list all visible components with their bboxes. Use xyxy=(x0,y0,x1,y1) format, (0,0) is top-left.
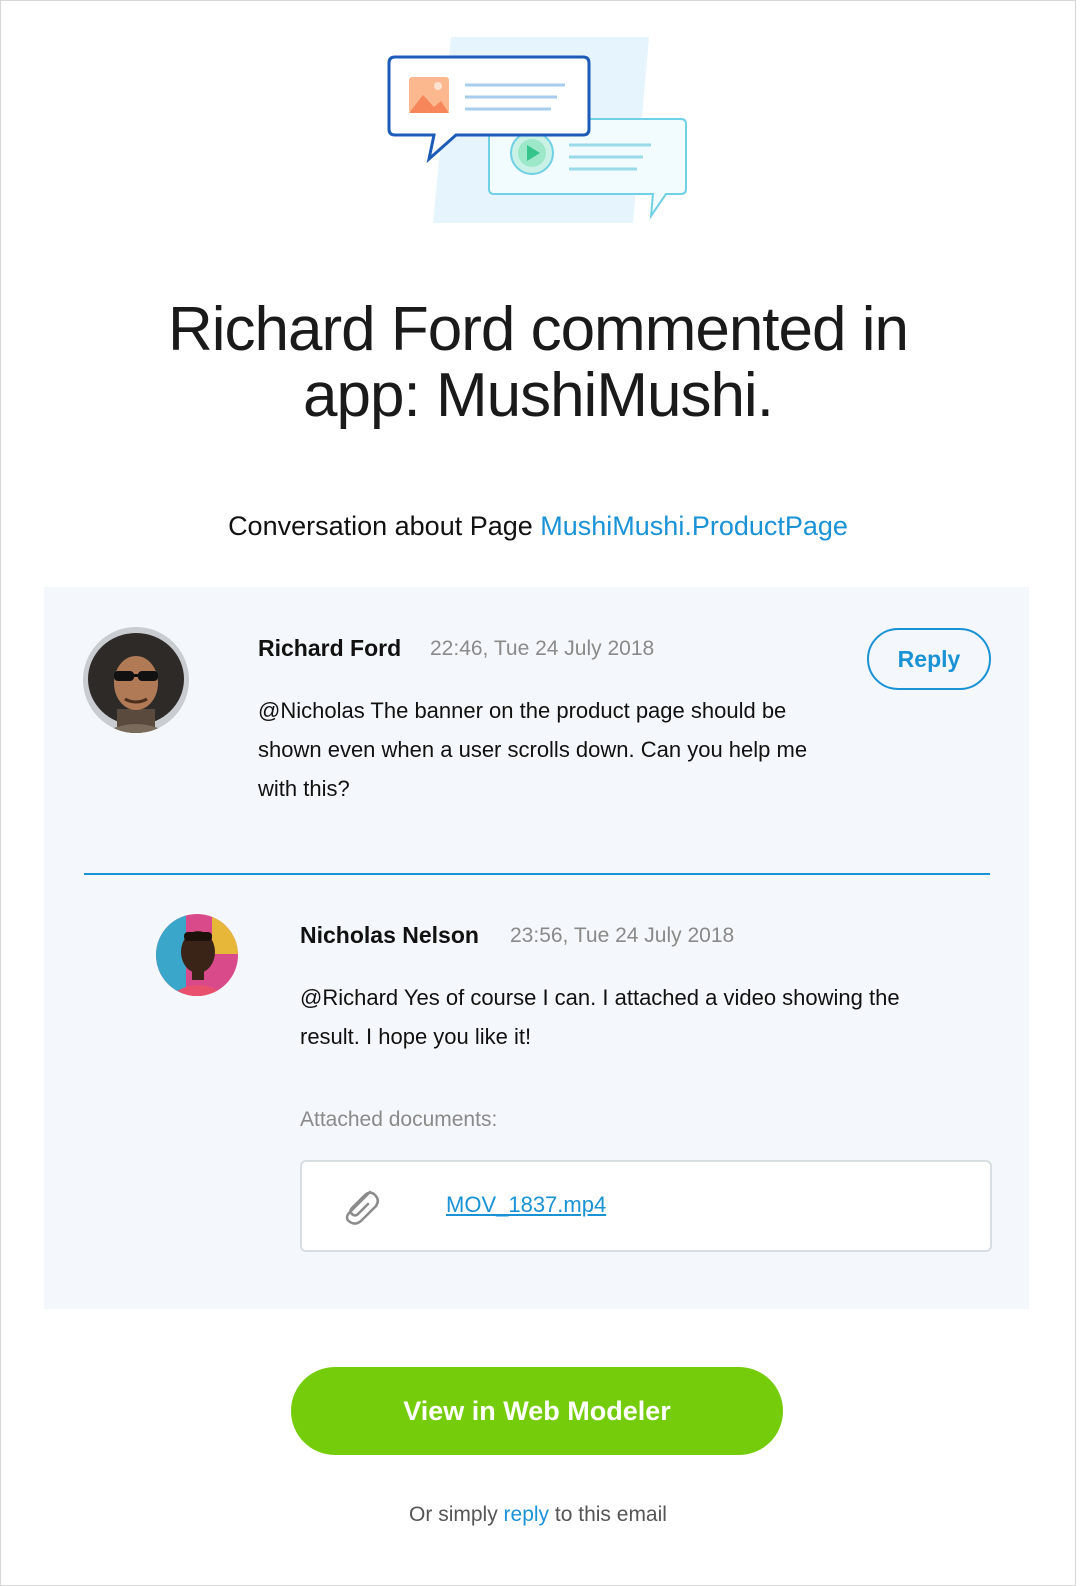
page-link[interactable]: MushiMushi.ProductPage xyxy=(540,511,848,541)
headline: Richard Ford commented in app: MushiMush… xyxy=(1,297,1075,429)
chat-bubbles-illustration xyxy=(387,37,687,223)
comment-body-line: with this? xyxy=(258,776,350,801)
comment-author: Nicholas Nelson xyxy=(300,922,479,948)
comment-timestamp: 22:46, Tue 24 July 2018 xyxy=(430,637,655,660)
attachment-file-link[interactable]: MOV_1837.mp4 xyxy=(446,1192,606,1218)
attachment-card[interactable]: MOV_1837.mp4 xyxy=(300,1160,992,1252)
conversation-subtitle: Conversation about Page MushiMushi.Produ… xyxy=(1,511,1075,542)
comment-timestamp: 23:56, Tue 24 July 2018 xyxy=(510,924,735,947)
subtitle-prefix: Conversation about Page xyxy=(228,511,541,541)
comment-author: Richard Ford xyxy=(258,635,402,661)
avatar-richard-ford xyxy=(83,627,189,733)
headline-line-1: Richard Ford commented in xyxy=(168,295,909,364)
footer-text: Or simply reply to this email xyxy=(1,1503,1075,1527)
comment-body: @Nicholas The banner on the product page… xyxy=(258,691,807,808)
comment-thread: Richard Ford 22:46, Tue 24 July 2018 Rep… xyxy=(44,587,1029,1309)
comment-body-line: @Nicholas The banner on the product page… xyxy=(258,698,787,723)
comment-body: @Richard Yes of course I can. I attached… xyxy=(300,978,900,1056)
attached-documents-label: Attached documents: xyxy=(300,1108,498,1131)
email-frame: Richard Ford commented in app: MushiMush… xyxy=(0,0,1076,1586)
avatar-nicholas-nelson xyxy=(156,914,238,996)
footer-suffix: to this email xyxy=(549,1503,667,1526)
thread-divider xyxy=(84,873,990,875)
reply-button[interactable]: Reply xyxy=(867,628,991,690)
comment-body-line: shown even when a user scrolls down. Can… xyxy=(258,737,808,762)
paperclip-icon xyxy=(340,1186,382,1231)
comment-body-line: result. I hope you like it! xyxy=(300,1024,532,1049)
footer-prefix: Or simply xyxy=(409,1503,504,1526)
comment-body-line: @Richard Yes of course I can. I attached… xyxy=(300,985,900,1010)
reply-link[interactable]: reply xyxy=(504,1503,550,1526)
view-in-web-modeler-button[interactable]: View in Web Modeler xyxy=(291,1367,783,1455)
headline-line-2: app: MushiMushi. xyxy=(303,361,774,430)
